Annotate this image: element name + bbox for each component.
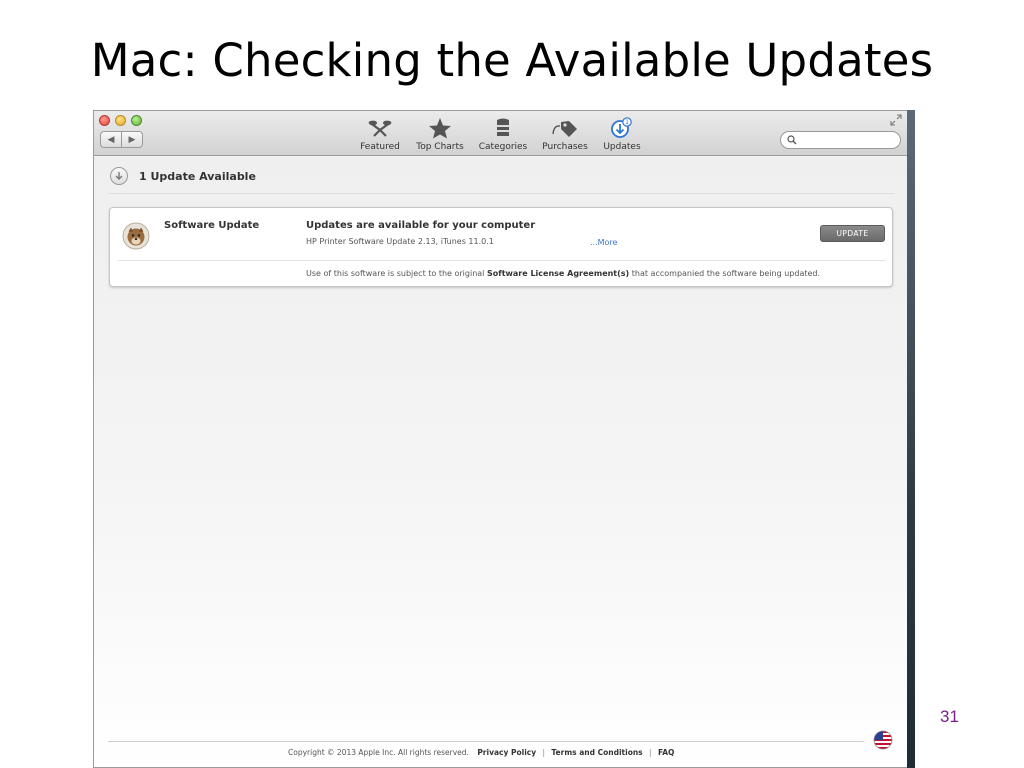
toolbar: ◀ ▶ Featured Top Charts Categories Purch…	[94, 111, 908, 156]
star-icon	[412, 117, 468, 141]
divider	[108, 741, 864, 742]
terms-and-conditions-link[interactable]: Terms and Conditions	[551, 748, 642, 757]
tab-purchases[interactable]: Purchases	[540, 117, 590, 153]
page-number: 31	[940, 707, 959, 726]
app-name: Software Update	[164, 220, 260, 231]
software-update-app-icon	[122, 222, 150, 250]
search-field[interactable]	[780, 131, 901, 149]
more-link[interactable]: ...More	[590, 238, 617, 247]
tab-label: Featured	[360, 142, 400, 152]
tab-label: Purchases	[542, 142, 588, 152]
updates-badge: 1	[625, 119, 629, 126]
tab-categories[interactable]: Categories	[478, 117, 528, 153]
license-prefix: Use of this software is subject to the o…	[306, 269, 487, 278]
license-agreement-link[interactable]: Software License Agreement(s)	[487, 269, 629, 278]
fullscreen-icon[interactable]	[890, 114, 902, 126]
separator: |	[542, 748, 546, 757]
tab-featured[interactable]: Featured	[358, 117, 402, 153]
license-notice: Use of this software is subject to the o…	[306, 269, 820, 278]
app-store-window: ◀ ▶ Featured Top Charts Categories Purch…	[93, 110, 915, 768]
faq-link[interactable]: FAQ	[658, 748, 674, 757]
divider	[118, 260, 886, 261]
tab-updates[interactable]: 1 Updates	[600, 117, 644, 153]
copyright-text: Copyright © 2013 Apple Inc. All rights r…	[288, 748, 469, 757]
updates-section-header: 1 Update Available	[110, 166, 256, 186]
license-suffix: that accompanied the software being upda…	[629, 269, 821, 278]
update-button[interactable]: UPDATE	[820, 225, 885, 242]
update-item: Software Update Updates are available fo…	[109, 207, 893, 287]
download-icon	[110, 167, 128, 185]
separator: |	[649, 748, 652, 757]
update-count-heading: 1 Update Available	[139, 169, 256, 183]
back-forward-control: ◀ ▶	[100, 131, 143, 148]
tab-label: Categories	[478, 142, 528, 152]
zoom-window-button[interactable]	[131, 115, 142, 126]
tab-label: Top Charts	[416, 142, 464, 152]
footer: Copyright © 2013 Apple Inc. All rights r…	[288, 748, 674, 757]
price-tag-icon	[540, 117, 590, 141]
search-input[interactable]	[799, 133, 895, 147]
featured-icon	[358, 117, 402, 141]
update-details: HP Printer Software Update 2.13, iTunes …	[306, 237, 494, 246]
slide-title: Mac: Checking the Available Updates	[90, 34, 934, 87]
close-window-button[interactable]	[99, 115, 110, 126]
minimize-window-button[interactable]	[115, 115, 126, 126]
categories-icon	[478, 117, 528, 141]
update-headline: Updates are available for your computer	[306, 220, 536, 231]
updates-icon: 1	[600, 117, 644, 141]
forward-button[interactable]: ▶	[121, 132, 142, 147]
tab-label: Updates	[603, 142, 641, 152]
divider	[108, 193, 894, 194]
desktop-background	[907, 110, 915, 768]
search-icon	[787, 135, 797, 145]
back-button[interactable]: ◀	[101, 132, 121, 147]
tab-top-charts[interactable]: Top Charts	[412, 117, 468, 153]
updates-content: 1 Update Available Software Update Updat…	[94, 157, 908, 767]
us-flag-icon[interactable]	[873, 730, 893, 750]
privacy-policy-link[interactable]: Privacy Policy	[477, 748, 536, 757]
